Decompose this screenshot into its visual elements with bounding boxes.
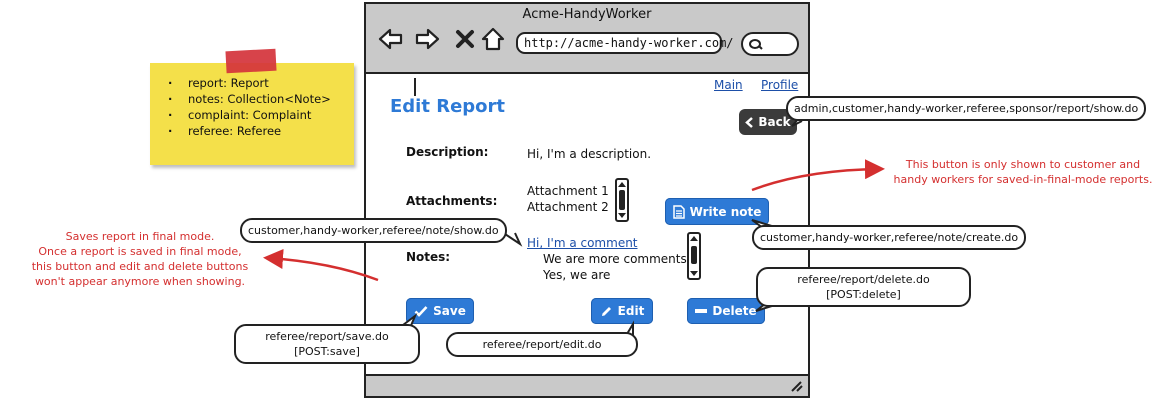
save-annotation-line: Saves report in final mode. [65, 230, 215, 243]
note-create-callout: customer,handy-worker,referee/note/creat… [752, 225, 1027, 250]
delete-callout-line: referee/report/delete.do [797, 273, 930, 286]
note-show-callout: customer,handy-worker,referee/note/show.… [240, 218, 507, 243]
back-callout: admin,customer,handy-worker,referee,spon… [786, 96, 1147, 121]
save-annotation-line: won't appear anymore when showing. [34, 275, 246, 288]
save-annotation-line: Once a report is saved in final mode, [38, 245, 242, 258]
note-show-callout-tail [504, 232, 523, 247]
save-callout-line: referee/report/save.do [265, 330, 389, 343]
write-note-annotation: This button is only shown to customer an… [882, 157, 1164, 187]
save-callout: referee/report/save.do [POST:save] [234, 324, 420, 364]
write-note-annotation-line: This button is only shown to customer an… [905, 158, 1141, 171]
delete-callout: referee/report/delete.do [POST:delete] [756, 267, 971, 307]
write-note-annotation-line: handy workers for saved-in-final-mode re… [893, 173, 1153, 186]
edit-callout: referee/report/edit.do [446, 332, 638, 357]
delete-callout-line: [POST:delete] [826, 288, 901, 301]
save-annotation: Saves report in final mode. Once a repor… [14, 229, 266, 289]
save-annotation-line: this button and edit and delete buttons [31, 260, 249, 273]
write-note-arrow [751, 159, 885, 192]
save-callout-line: [POST:save] [294, 345, 360, 358]
save-note-arrow [263, 248, 379, 282]
